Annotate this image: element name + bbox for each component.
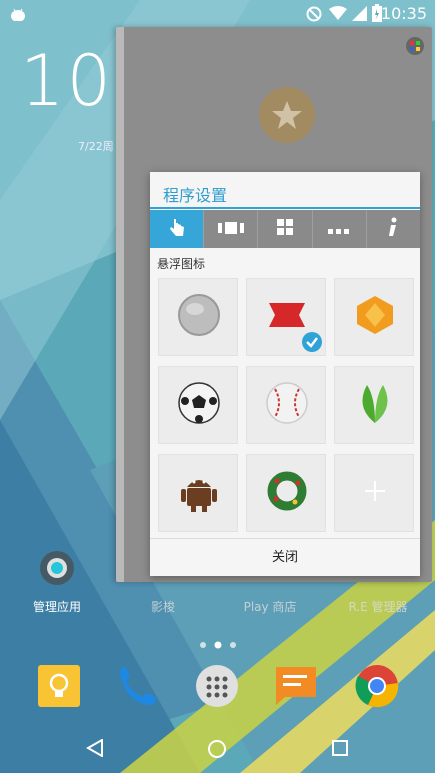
chrome-icon[interactable] (354, 663, 400, 709)
recents-icon[interactable] (332, 740, 348, 760)
tab-film[interactable] (204, 210, 259, 248)
section-label: 悬浮图标 (157, 257, 206, 271)
app-label-re-manager[interactable]: R.E 管理器 (333, 598, 423, 615)
orange-gem-icon (357, 296, 393, 334)
back-icon[interactable] (85, 738, 104, 761)
icon-option-baseball[interactable] (246, 366, 326, 444)
app-icon (406, 37, 424, 55)
close-button[interactable]: 关闭 (150, 538, 420, 577)
grid-icon (277, 219, 293, 239)
android-robot-icon (181, 480, 217, 512)
keep-icon[interactable] (36, 663, 82, 709)
icon-option-red-ribbon[interactable] (246, 278, 326, 356)
icon-option-orange-gem[interactable] (334, 278, 414, 356)
title-divider (150, 207, 420, 209)
gray-circle-icon (178, 294, 220, 336)
messages-icon[interactable] (273, 663, 319, 709)
card-edge (116, 27, 124, 582)
app-label-play-store[interactable]: Play 商店 (225, 598, 315, 615)
gear-icon (40, 551, 74, 585)
hand-pointer-icon (168, 217, 186, 241)
green-leaf-icon (362, 385, 388, 423)
icon-option-add[interactable] (334, 454, 414, 532)
signal-icon (352, 6, 367, 25)
tab-touch[interactable] (150, 210, 205, 248)
tab-grid[interactable] (258, 210, 313, 248)
info-icon (388, 217, 398, 241)
floating-star-icon[interactable] (259, 87, 315, 143)
more-dots-icon (328, 220, 350, 239)
add-icon (365, 481, 385, 501)
icon-option-soccer-ball[interactable] (158, 366, 238, 444)
baseball-icon (266, 382, 308, 424)
icon-option-gray-circle[interactable] (158, 278, 238, 356)
tab-bar (150, 210, 420, 248)
icon-option-android-robot[interactable] (158, 454, 238, 532)
christmas-wreath-icon (267, 471, 307, 511)
app-label-manage-apps[interactable]: 管理应用 (12, 598, 102, 615)
settings-dialog: 程序设置 悬浮图标 关闭 (150, 172, 420, 576)
navigation-bar (0, 724, 435, 773)
apps-drawer-icon[interactable] (194, 663, 240, 709)
android-icon (10, 6, 26, 22)
tab-more[interactable] (313, 210, 367, 248)
wifi-icon (329, 6, 347, 25)
film-strip-icon (217, 220, 244, 239)
icon-option-green-leaf[interactable] (334, 366, 414, 444)
dialog-title: 程序设置 (163, 186, 228, 205)
status-time: 10:35 (380, 4, 427, 23)
phone-icon[interactable] (114, 663, 160, 709)
app-icon-manage-apps[interactable] (34, 545, 80, 591)
app-label-yingsuo[interactable]: 影梭 (118, 598, 208, 615)
status-bar: 10:35 (0, 0, 435, 28)
clock-widget-time: 10: (20, 40, 115, 122)
home-icon[interactable] (207, 739, 227, 763)
icon-option-christmas-wreath[interactable] (246, 454, 326, 532)
selected-check-icon (301, 331, 323, 357)
page-indicator (198, 635, 238, 654)
clock-widget-date: 7/22周 (78, 140, 114, 153)
soccer-ball-icon (178, 382, 220, 424)
tab-info[interactable] (367, 210, 420, 248)
no-disturb-icon (306, 6, 322, 26)
